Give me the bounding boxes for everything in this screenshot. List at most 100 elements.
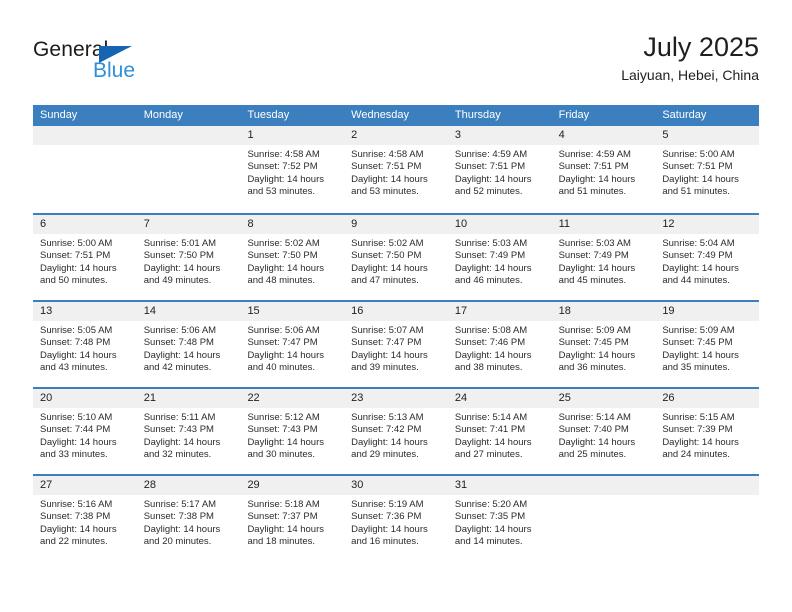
daylight-duration-line2: and 25 minutes. [558,449,627,461]
weekday-header-monday: Monday [143,109,183,121]
day-cell[interactable]: 11 Sunrise: 5:03 AM Sunset: 7:49 PM Dayligh… [551,215,656,300]
sunset-time: Sunset: 7:50 PM [351,250,422,262]
sunrise-time: Sunrise: 4:58 AM [351,149,424,160]
day-number: 8 [240,215,345,234]
day-cell[interactable]: 5 Sunrise: 5:00 AM Sunset: 7:51 PM Daylight… [655,126,760,213]
day-cell[interactable]: 16 Sunrise: 5:07 AM Sunset: 7:47 PM Dayligh… [344,302,448,387]
page-header: General Blue July 2025 Laiyuan, Hebei, C… [33,30,759,92]
sunrise-time: Sunrise: 5:20 AM [454,499,528,510]
sunset-time: Sunset: 7:43 PM [143,424,214,436]
day-cell[interactable]: 22 Sunrise: 5:12 AM Sunset: 7:43 PM Dayligh… [240,389,345,474]
day-cell[interactable]: 24 Sunrise: 5:14 AM Sunset: 7:41 PM Dayligh… [447,389,552,474]
calendar-week-row: 20 Sunrise: 5:10 AM Sunset: 7:44 PM Dayligh… [33,387,760,474]
day-details: Sunrise: 4:58 AM Sunset: 7:52 PM Daylight:… [240,145,344,199]
day-cell[interactable]: 12 Sunrise: 5:04 AM Sunset: 7:49 PM Dayligh… [655,215,760,300]
day-details: Sunrise: 5:13 AM Sunset: 7:42 PM Daylight:… [344,408,448,462]
day-cell[interactable]: 26 Sunrise: 5:15 AM Sunset: 7:39 PM Dayligh… [655,389,760,474]
daylight-duration-line2: and 51 minutes. [558,186,627,198]
day-cell[interactable]: 29 Sunrise: 5:18 AM Sunset: 7:37 PM Dayligh… [240,476,345,561]
daylight-duration-line1: Daylight: 14 hours [558,349,636,361]
day-number: 29 [240,476,345,495]
day-number: 16 [344,302,448,321]
day-cell[interactable]: 30 Sunrise: 5:19 AM Sunset: 7:36 PM Dayligh… [344,476,448,561]
sunset-time: Sunset: 7:48 PM [40,337,111,349]
daylight-duration-line2: and 36 minutes. [558,362,627,374]
sunrise-time: Sunrise: 5:19 AM [351,499,424,510]
day-number: 14 [136,302,241,321]
sunset-time: Sunset: 7:49 PM [662,250,733,262]
day-details: Sunrise: 5:03 AM Sunset: 7:49 PM Daylight:… [448,234,552,288]
weekday-header-thursday: Thursday [454,109,501,121]
day-details: Sunrise: 5:17 AM Sunset: 7:38 PM Daylight:… [137,495,241,549]
day-cell[interactable]: 25 Sunrise: 5:14 AM Sunset: 7:40 PM Dayligh… [551,389,656,474]
day-cell[interactable]: 15 Sunrise: 5:06 AM Sunset: 7:47 PM Dayligh… [240,302,345,387]
day-cell[interactable]: 4 Sunrise: 4:59 AM Sunset: 7:51 PM Daylight… [551,126,656,213]
sunset-time: Sunset: 7:51 PM [40,250,111,262]
calendar-week-row: 6 Sunrise: 5:00 AM Sunset: 7:51 PM Daylight… [33,213,760,300]
calendar-weeks: 1 Sunrise: 4:58 AM Sunset: 7:52 PM Daylight… [33,126,760,561]
sunrise-time: Sunrise: 5:07 AM [351,325,424,336]
day-cell[interactable]: 6 Sunrise: 5:00 AM Sunset: 7:51 PM Daylight… [33,215,137,300]
day-cell[interactable]: 21 Sunrise: 5:11 AM Sunset: 7:43 PM Dayligh… [136,389,241,474]
daylight-duration-line1: Daylight: 14 hours [558,436,636,448]
day-cell-empty [136,126,241,213]
day-cell[interactable]: 7 Sunrise: 5:01 AM Sunset: 7:50 PM Daylight… [136,215,241,300]
daylight-duration-line1: Daylight: 14 hours [40,262,117,274]
daylight-duration-line2: and 51 minutes. [662,186,730,198]
day-details: Sunrise: 5:19 AM Sunset: 7:36 PM Daylight:… [344,495,448,549]
day-cell[interactable]: 23 Sunrise: 5:13 AM Sunset: 7:42 PM Dayligh… [344,389,448,474]
day-number: 27 [33,476,137,495]
day-cell[interactable]: 20 Sunrise: 5:10 AM Sunset: 7:44 PM Dayligh… [33,389,137,474]
day-details: Sunrise: 5:10 AM Sunset: 7:44 PM Daylight:… [33,408,137,462]
daylight-duration-line2: and 32 minutes. [143,449,212,461]
sunrise-time: Sunrise: 5:12 AM [247,412,320,423]
day-number [136,126,241,145]
day-number: 12 [655,215,760,234]
daylight-duration-line2: and 29 minutes. [351,449,419,461]
sunset-time: Sunset: 7:36 PM [351,511,422,523]
day-cell[interactable]: 13 Sunrise: 5:05 AM Sunset: 7:48 PM Dayligh… [33,302,137,387]
day-number: 4 [551,126,656,145]
day-number: 18 [551,302,656,321]
sunrise-time: Sunrise: 5:18 AM [247,499,320,510]
daylight-duration-line2: and 18 minutes. [247,536,316,548]
daylight-duration-line1: Daylight: 14 hours [351,523,428,535]
day-number: 28 [136,476,241,495]
day-number: 26 [655,389,760,408]
day-cell[interactable]: 27 Sunrise: 5:16 AM Sunset: 7:38 PM Dayligh… [33,476,137,561]
day-cell[interactable]: 9 Sunrise: 5:02 AM Sunset: 7:50 PM Daylight… [344,215,448,300]
sunrise-time: Sunrise: 4:58 AM [247,149,320,160]
day-cell[interactable]: 14 Sunrise: 5:06 AM Sunset: 7:48 PM Dayligh… [136,302,241,387]
day-cell[interactable]: 31 Sunrise: 5:20 AM Sunset: 7:35 PM Dayligh… [447,476,552,561]
sunset-time: Sunset: 7:49 PM [454,250,526,262]
day-cell[interactable]: 3 Sunrise: 4:59 AM Sunset: 7:51 PM Daylight… [447,126,552,213]
daylight-duration-line2: and 22 minutes. [40,536,108,548]
daylight-duration-line2: and 45 minutes. [558,275,627,287]
daylight-duration-line1: Daylight: 14 hours [454,262,532,274]
sunset-time: Sunset: 7:42 PM [351,424,422,436]
day-cell[interactable]: 2 Sunrise: 4:58 AM Sunset: 7:51 PM Daylight… [344,126,448,213]
weekday-header-row: Sunday Monday Tuesday Wednesday Thursday… [33,105,759,126]
day-details: Sunrise: 4:59 AM Sunset: 7:51 PM Daylight:… [448,145,552,199]
day-cell[interactable]: 17 Sunrise: 5:08 AM Sunset: 7:46 PM Dayligh… [447,302,552,387]
weekday-header-wednesday: Wednesday [351,109,410,121]
day-details: Sunrise: 5:05 AM Sunset: 7:48 PM Daylight:… [33,321,137,375]
day-cell[interactable]: 28 Sunrise: 5:17 AM Sunset: 7:38 PM Dayligh… [136,476,241,561]
day-details: Sunrise: 5:09 AM Sunset: 7:45 PM Daylight:… [655,321,759,375]
day-cell[interactable]: 19 Sunrise: 5:09 AM Sunset: 7:45 PM Dayligh… [655,302,760,387]
daylight-duration-line1: Daylight: 14 hours [40,349,117,361]
sunrise-time: Sunrise: 5:09 AM [662,325,735,336]
day-cell[interactable]: 18 Sunrise: 5:09 AM Sunset: 7:45 PM Dayligh… [551,302,656,387]
daylight-duration-line1: Daylight: 14 hours [143,436,221,448]
day-cell[interactable]: 1 Sunrise: 4:58 AM Sunset: 7:52 PM Daylight… [240,126,345,213]
day-cell[interactable]: 10 Sunrise: 5:03 AM Sunset: 7:49 PM Dayligh… [447,215,552,300]
daylight-duration-line1: Daylight: 14 hours [558,262,636,274]
day-number: 23 [344,389,448,408]
day-number: 6 [33,215,137,234]
day-cell[interactable]: 8 Sunrise: 5:02 AM Sunset: 7:50 PM Daylight… [240,215,345,300]
daylight-duration-line1: Daylight: 14 hours [247,349,325,361]
sunrise-time: Sunrise: 5:02 AM [351,238,424,249]
day-details: Sunrise: 5:07 AM Sunset: 7:47 PM Daylight:… [344,321,448,375]
day-details: Sunrise: 5:14 AM Sunset: 7:40 PM Daylight:… [552,408,656,462]
general-blue-logo[interactable]: General Blue [33,38,233,90]
